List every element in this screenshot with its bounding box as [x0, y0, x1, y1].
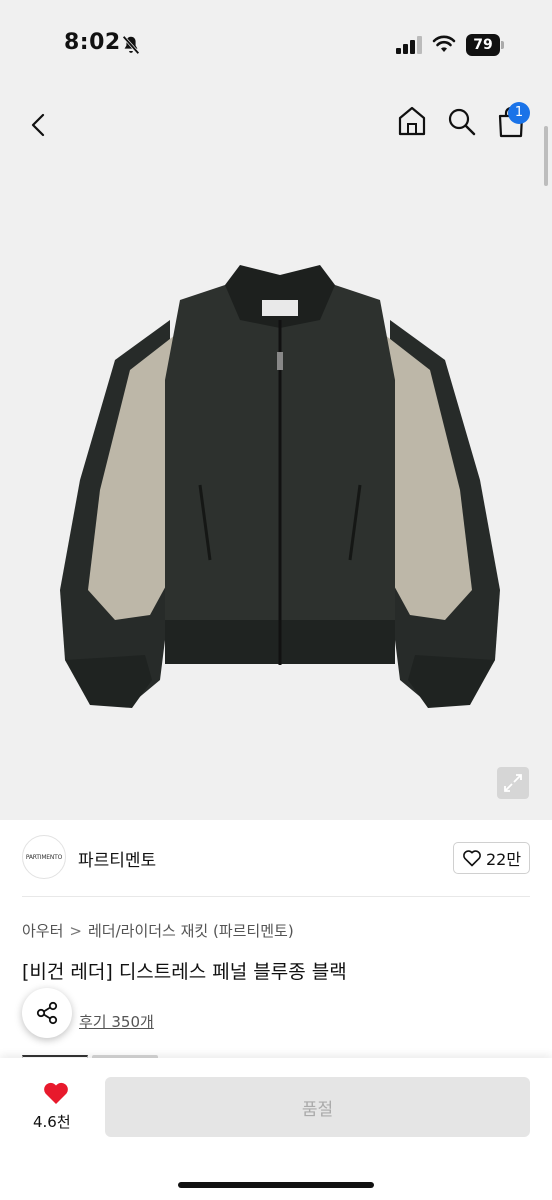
heart-filled-icon[interactable] [42, 1080, 70, 1106]
breadcrumb: 아우터 > 레더/라이더스 재킷 (파르티멘토) [22, 920, 294, 941]
back-chevron-icon[interactable] [22, 108, 56, 142]
review-link[interactable]: 후기 350개 [79, 1011, 154, 1032]
heart-outline-icon [463, 850, 481, 867]
divider [22, 896, 530, 897]
breadcrumb-parent[interactable]: 아우터 [22, 920, 63, 941]
home-indicator [178, 1182, 374, 1188]
wifi-icon [432, 35, 456, 52]
status-bar: 8:02 79 [0, 0, 552, 90]
share-icon [36, 1001, 58, 1025]
product-title: [비건 레더] 디스트레스 페널 블루종 블랙 [22, 961, 347, 983]
brand-row: PARTIMENTO 파르티멘토 22만 [0, 826, 552, 890]
battery-icon: 79 [466, 34, 504, 56]
battery-level: 79 [466, 34, 500, 56]
brand-like-count: 22만 [485, 850, 522, 869]
jacket-photo [60, 265, 500, 708]
breadcrumb-current[interactable]: 레더/라이더스 재킷 (파르티멘토) [88, 920, 294, 941]
scrollbar[interactable] [544, 126, 548, 186]
status-time: 8:02 [64, 30, 121, 55]
brand-logo[interactable]: PARTIMENTO [22, 835, 66, 879]
breadcrumb-separator: > [69, 921, 82, 940]
soldout-button[interactable]: 품절 [105, 1077, 530, 1137]
share-button[interactable] [22, 988, 72, 1038]
bottom-action-bar: 4.6천 품절 [0, 1058, 552, 1200]
wish-count: 4.6천 [33, 1113, 71, 1131]
cart-count-badge: 1 [508, 102, 530, 124]
expand-icon[interactable] [497, 767, 529, 799]
signal-icon [396, 36, 422, 54]
home-icon[interactable] [396, 104, 428, 138]
search-icon[interactable] [446, 104, 478, 138]
bell-slash-icon [122, 35, 140, 55]
brand-like-button[interactable]: 22만 [453, 842, 530, 874]
product-image[interactable]: 1 [0, 90, 552, 820]
brand-name[interactable]: 파르티멘토 [78, 846, 156, 871]
